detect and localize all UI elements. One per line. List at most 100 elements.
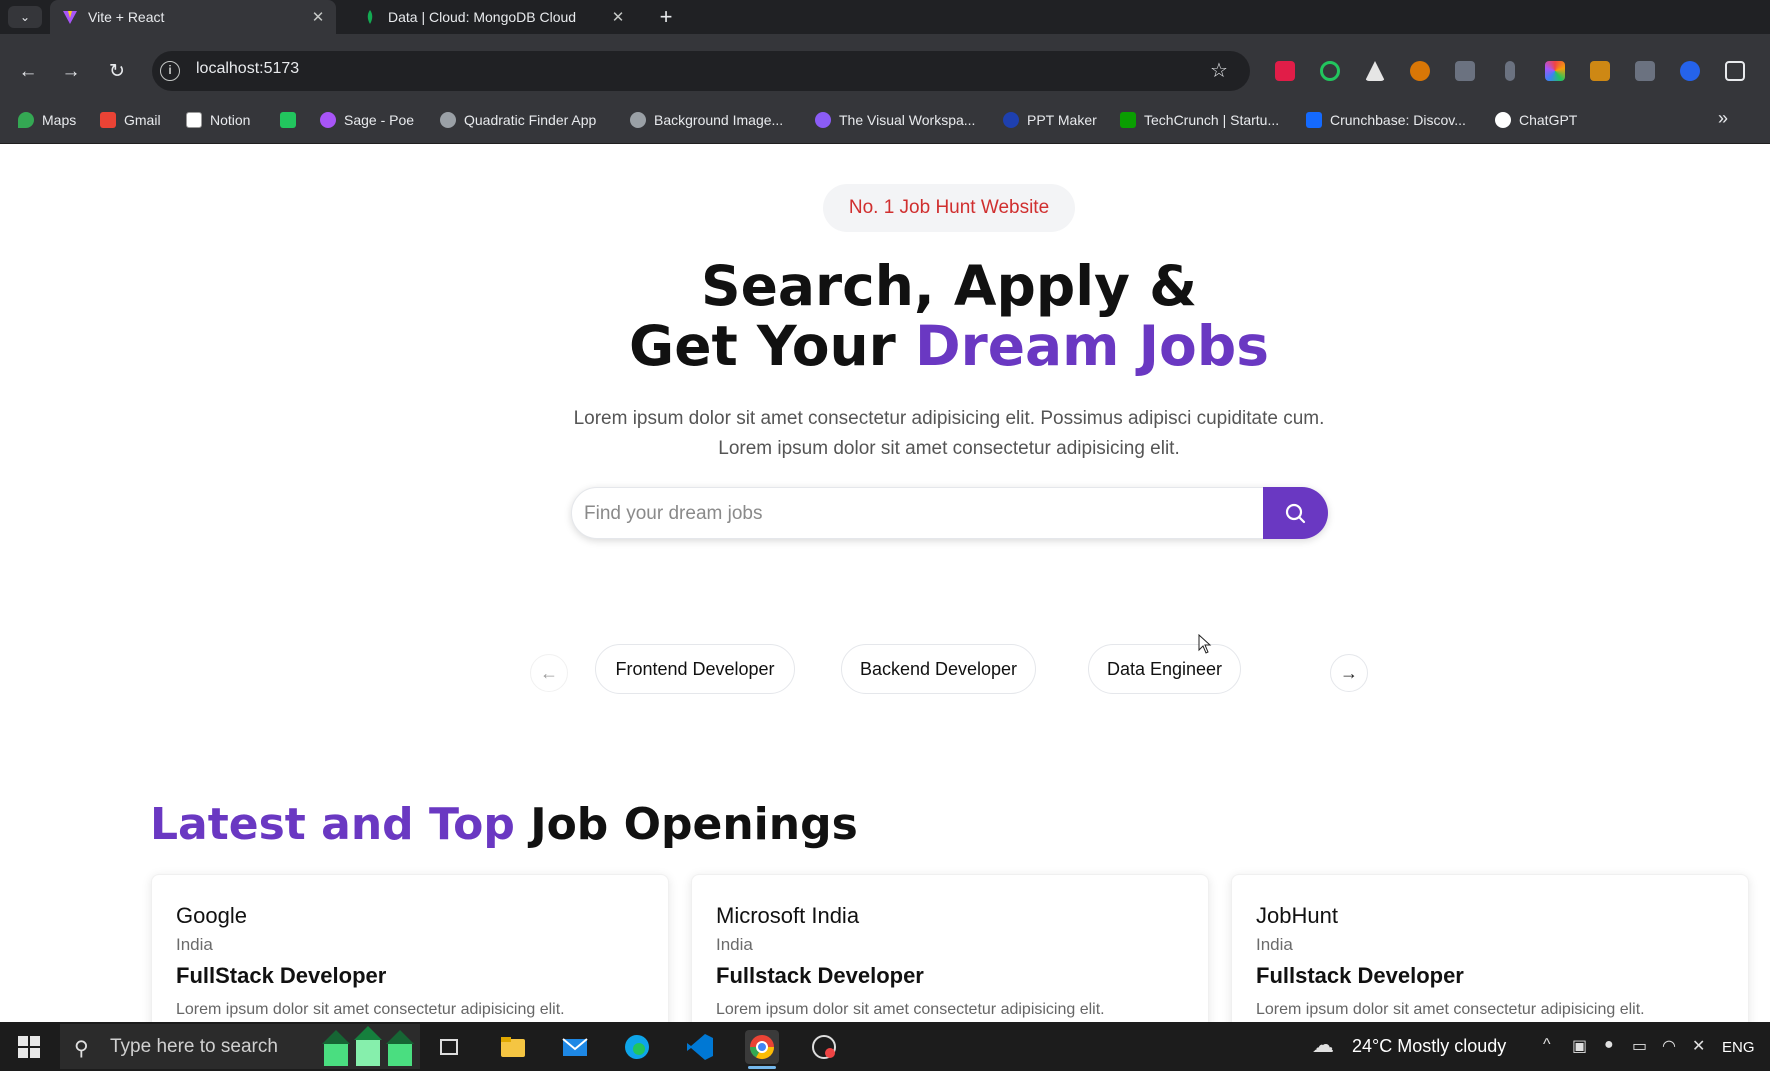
extensions-puzzle-icon[interactable] [1725, 61, 1745, 81]
back-arrow-icon[interactable]: ← [14, 58, 42, 86]
hero-title-accent: Dream Jobs [914, 314, 1269, 378]
forward-arrow-icon[interactable]: → [57, 58, 85, 86]
cookie-extension-icon[interactable] [1410, 61, 1430, 81]
carousel-prev-arrow-icon[interactable]: ← [530, 654, 568, 692]
bookmark-background-image[interactable]: Background Image... [630, 108, 783, 132]
sheet-icon [280, 112, 296, 128]
bookmark-maps[interactable]: Maps [18, 108, 76, 132]
close-tab-icon[interactable]: ✕ [608, 8, 628, 26]
profile-extension-icon[interactable] [1680, 61, 1700, 81]
windows-start-icon[interactable] [18, 1036, 40, 1058]
input-language[interactable]: ENG [1722, 1039, 1755, 1056]
bookmark-visual-workspace[interactable]: The Visual Workspa... [815, 108, 975, 132]
screen-recorder-icon[interactable] [807, 1030, 841, 1064]
active-app-indicator [748, 1066, 776, 1069]
gmail-icon [100, 112, 116, 128]
bookmark-gmail[interactable]: Gmail [100, 108, 161, 132]
bookmark-sheet[interactable] [280, 108, 304, 132]
search-highlight-houses-icon [322, 1026, 414, 1066]
bookmark-star-icon[interactable]: ☆ [1210, 58, 1228, 83]
more-bookmarks-chevron-icon[interactable]: » [1718, 108, 1728, 129]
mongodb-leaf-icon [362, 9, 378, 25]
hero-subtitle: Lorem ipsum dolor sit amet consectetur a… [0, 404, 1770, 464]
volume-muted-icon[interactable]: ✕ [1692, 1036, 1705, 1056]
mouse-cursor-icon [1198, 634, 1212, 654]
job-location: India [1256, 935, 1293, 954]
hero-title-line-1: Search, Apply & [700, 254, 1198, 318]
job-company: JobHunt [1256, 903, 1338, 928]
workspace-icon [815, 112, 831, 128]
color-picker-extension-icon[interactable] [1545, 61, 1565, 81]
microphone-icon[interactable]: ● [1604, 1036, 1614, 1054]
job-card[interactable]: JobHunt India Fullstack Developer Lorem … [1231, 874, 1749, 1022]
search-button[interactable] [1263, 487, 1328, 539]
globe-icon [630, 112, 646, 128]
bookmark-notion[interactable]: Notion [186, 108, 250, 132]
extension-icon[interactable] [1320, 61, 1340, 81]
extension-icon[interactable] [1635, 61, 1655, 81]
site-info-icon[interactable]: i [160, 61, 180, 81]
task-view-icon[interactable] [432, 1030, 466, 1064]
job-card[interactable]: Microsoft India India Fullstack Develope… [691, 874, 1209, 1022]
hero-title: Search, Apply & Get Your Dream Jobs [0, 256, 1770, 376]
bookmark-label: ChatGPT [1519, 112, 1578, 128]
job-description: Lorem ipsum dolor sit amet consectetur a… [176, 1001, 565, 1018]
edge-browser-icon[interactable] [620, 1030, 654, 1064]
category-chip-data-engineer[interactable]: Data Engineer [1088, 644, 1241, 694]
job-company: Google [176, 903, 247, 928]
tab-search-button[interactable]: ⌄ [8, 6, 42, 28]
job-card[interactable]: Google India FullStack Developer Lorem i… [151, 874, 669, 1022]
vscode-icon[interactable] [683, 1030, 717, 1064]
taskbar-search-placeholder[interactable]: Type here to search [110, 1036, 278, 1058]
tab-vite-react[interactable]: Vite + React ✕ [50, 0, 336, 34]
bookmark-quadratic[interactable]: Quadratic Finder App [440, 108, 596, 132]
bookmark-ppt-maker[interactable]: PPT Maker [1003, 108, 1097, 132]
reload-icon[interactable]: ↻ [103, 58, 131, 86]
category-chip-frontend[interactable]: Frontend Developer [595, 644, 795, 694]
chatgpt-icon [1495, 112, 1511, 128]
bookmark-crunchbase[interactable]: Crunchbase: Discov... [1306, 108, 1466, 132]
mail-icon[interactable] [558, 1030, 592, 1064]
bookmark-sage-poe[interactable]: Sage - Poe [320, 108, 414, 132]
job-location: India [176, 935, 213, 954]
bookmark-label: The Visual Workspa... [839, 112, 976, 128]
bookmark-label: Notion [210, 112, 251, 128]
bookmark-techcrunch[interactable]: TechCrunch | Startu... [1120, 108, 1279, 132]
wifi-icon[interactable]: ◠ [1662, 1036, 1676, 1056]
new-tab-button[interactable]: + [652, 3, 680, 31]
bookmark-label: Gmail [124, 112, 161, 128]
crunchbase-icon [1306, 112, 1322, 128]
battery-icon[interactable]: ▭ [1632, 1036, 1647, 1056]
tab-mongodb-cloud[interactable]: Data | Cloud: MongoDB Cloud ✕ [350, 0, 636, 34]
ppt-maker-icon [1003, 112, 1019, 128]
file-explorer-icon[interactable] [496, 1030, 530, 1064]
bookmark-label: PPT Maker [1027, 112, 1097, 128]
job-location: India [716, 935, 753, 954]
carousel-next-arrow-icon[interactable]: → [1330, 654, 1368, 692]
show-hidden-icons-chevron-icon[interactable]: ^ [1543, 1036, 1551, 1054]
weather-status[interactable]: 24°C Mostly cloudy [1352, 1036, 1506, 1057]
bookmark-label: Background Image... [654, 112, 784, 128]
techcrunch-icon [1120, 112, 1136, 128]
extension-icon[interactable] [1455, 61, 1475, 81]
taskbar-search-icon: ⚲ [74, 1038, 89, 1060]
weather-cloud-icon[interactable]: ☁ [1312, 1032, 1334, 1058]
bookmark-chatgpt[interactable]: ChatGPT [1495, 108, 1577, 132]
extension-icon[interactable] [1590, 61, 1610, 81]
extension-icon[interactable] [1505, 61, 1515, 81]
chrome-icon[interactable] [745, 1030, 779, 1064]
job-company: Microsoft India [716, 903, 860, 928]
close-tab-icon[interactable]: ✕ [308, 8, 328, 26]
hero-badge: No. 1 Job Hunt Website [823, 184, 1075, 232]
search-icon [1285, 503, 1306, 524]
vite-icon [62, 9, 78, 25]
meet-now-icon[interactable]: ▣ [1572, 1036, 1587, 1056]
job-description: Lorem ipsum dolor sit amet consectetur a… [716, 1001, 1105, 1018]
address-bar[interactable] [152, 51, 1250, 91]
address-url[interactable]: localhost:5173 [196, 60, 299, 78]
category-chip-backend[interactable]: Backend Developer [841, 644, 1036, 694]
extension-icon[interactable] [1275, 61, 1295, 81]
bookmark-label: Quadratic Finder App [464, 112, 597, 128]
job-search-input[interactable] [584, 500, 1254, 528]
jobs-section-title: Latest and Top Job Openings [150, 799, 858, 850]
